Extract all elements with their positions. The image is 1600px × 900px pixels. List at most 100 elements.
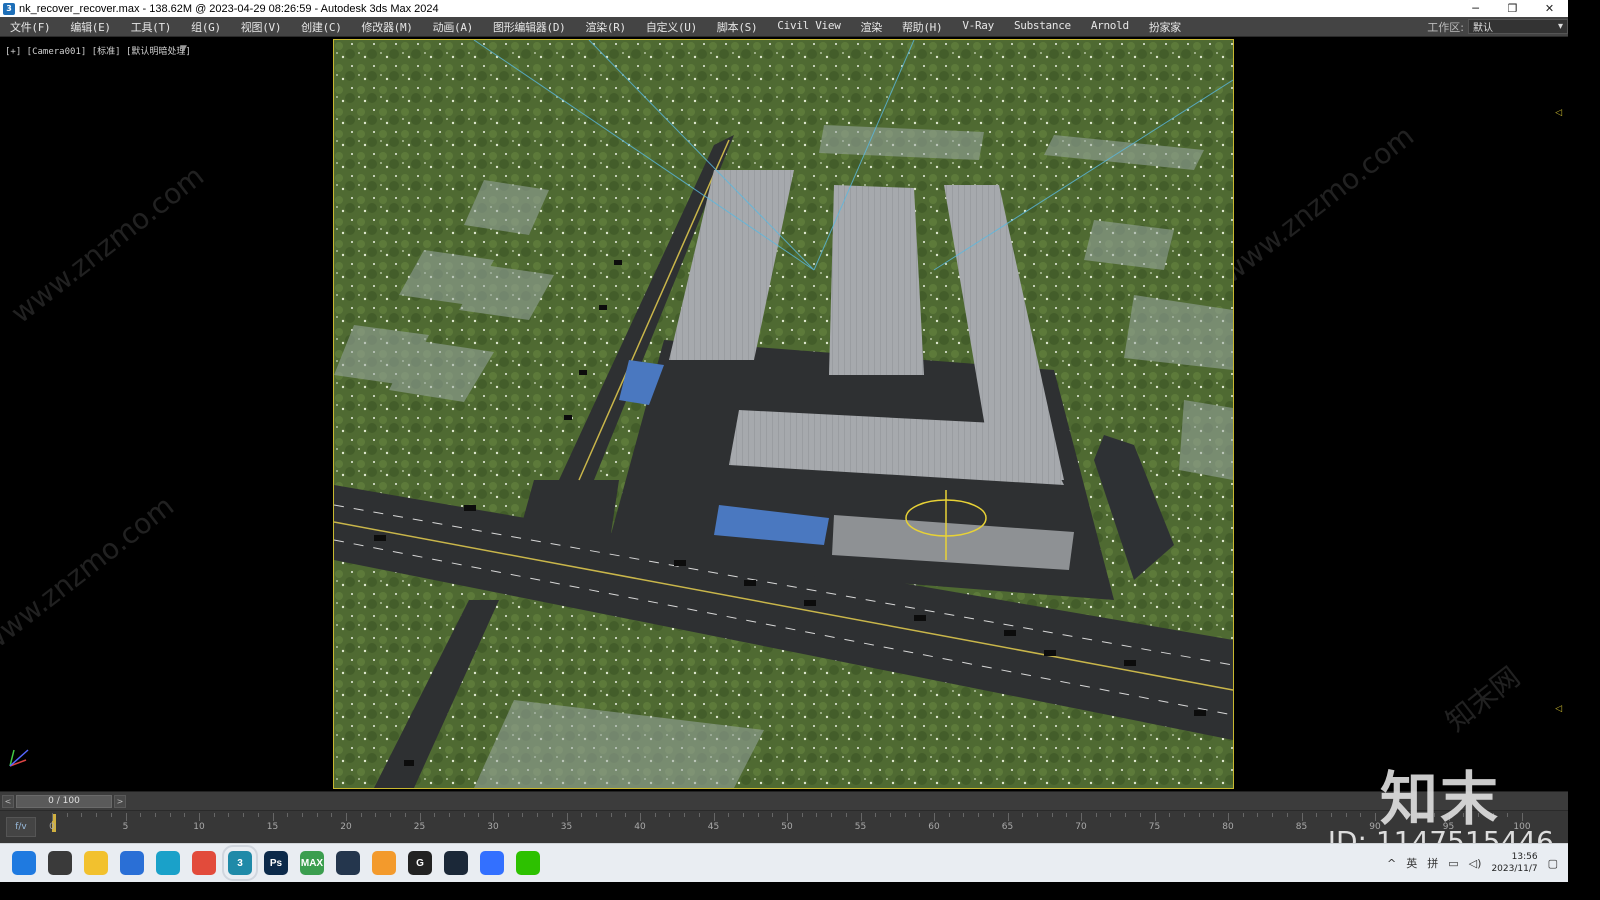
frame-tick-label: 55 <box>854 822 867 832</box>
time-slider-track[interactable] <box>128 795 1534 808</box>
frame-tick <box>375 813 377 817</box>
steam-like-icon[interactable] <box>336 851 360 875</box>
clock-time: 13:56 <box>1511 852 1538 862</box>
steam-icon[interactable] <box>444 851 468 875</box>
frame-tick-label: 50 <box>781 822 793 832</box>
frame-tick <box>625 813 627 817</box>
time-prev-button[interactable]: < <box>2 794 14 808</box>
menu-item[interactable]: 编辑(E) <box>60 19 120 35</box>
workspace-value: 默认 <box>1473 23 1493 34</box>
photoshop-icon[interactable]: Ps <box>264 851 288 875</box>
volume-icon[interactable]: ◁) <box>1469 857 1482 870</box>
frame-tick <box>875 813 877 817</box>
menu-item[interactable]: Arnold <box>1081 19 1139 35</box>
frame-tick <box>1022 813 1024 817</box>
frame-tick <box>1316 813 1318 817</box>
file-explorer-icon[interactable] <box>84 851 108 875</box>
frame-tick <box>669 813 671 817</box>
frame-tick <box>845 813 847 817</box>
frame-tick <box>1198 813 1200 817</box>
network-icon[interactable]: ▭ <box>1448 857 1458 870</box>
tray-chevron-icon[interactable]: ^ <box>1387 857 1396 870</box>
frame-tick <box>1095 813 1097 817</box>
frame-tick <box>448 813 450 817</box>
watermark-text: www.znzmo.com <box>1214 119 1421 290</box>
3dsmax-icon[interactable]: 3 <box>222 845 258 881</box>
menu-item[interactable]: 动画(A) <box>423 19 483 35</box>
frame-tick <box>199 813 200 821</box>
workspace-dropdown[interactable]: 默认 ▾ <box>1468 19 1568 34</box>
frame-tick <box>1213 813 1215 817</box>
close-button[interactable]: ✕ <box>1531 0 1568 17</box>
frame-tick <box>551 813 553 817</box>
menu-item[interactable]: 帮助(H) <box>892 19 952 35</box>
frame-tick <box>537 813 539 817</box>
frame-tick <box>140 813 142 817</box>
menu-item[interactable]: 创建(C) <box>291 19 351 35</box>
minimize-button[interactable]: ─ <box>1457 0 1494 17</box>
frame-tick <box>772 813 774 817</box>
menu-item[interactable]: 渲染 <box>851 19 892 35</box>
frame-tick <box>581 813 583 817</box>
frame-tick <box>1110 813 1112 817</box>
frame-tick <box>243 813 245 817</box>
frame-tick <box>610 813 612 817</box>
menu-item[interactable]: 组(G) <box>181 19 231 35</box>
maximize-button[interactable]: ❐ <box>1494 0 1531 17</box>
frame-tick <box>360 813 362 817</box>
menu-item[interactable]: 渲染(R) <box>575 19 635 35</box>
frame-tick <box>169 813 171 817</box>
menu-item[interactable]: Substance <box>1004 19 1081 35</box>
wechat-icon[interactable] <box>516 851 540 875</box>
frame-tick <box>963 813 965 817</box>
menu-item[interactable]: V-Ray <box>952 19 1004 35</box>
clock[interactable]: 13:56 2023/11/7 <box>1491 851 1537 875</box>
viewport-label[interactable]: [+] [Camera001] [标准] [默认明暗处理] <box>5 44 191 57</box>
menu-item[interactable]: 工具(T) <box>121 19 181 35</box>
time-slider-thumb[interactable]: 0 / 100 <box>16 794 112 808</box>
safe-frame <box>333 39 1234 789</box>
feishu-icon[interactable] <box>480 851 504 875</box>
frame-tick <box>522 813 524 817</box>
frame-tick <box>654 813 656 817</box>
frame-tick <box>978 813 980 817</box>
task-view-icon[interactable] <box>48 851 72 875</box>
menu-item[interactable]: 自定义(U) <box>636 19 707 35</box>
chrome-icon[interactable] <box>192 851 216 875</box>
time-next-button[interactable]: > <box>114 794 126 808</box>
menu-item[interactable]: 扮家家 <box>1139 19 1191 35</box>
menu-item[interactable]: 图形编辑器(D) <box>483 19 575 35</box>
frame-tick-label: 35 <box>560 822 573 832</box>
brand-watermark: 知末 <box>1379 765 1500 833</box>
menu-item[interactable]: 脚本(S) <box>707 19 767 35</box>
notification-icon[interactable]: ▢ <box>1548 857 1558 870</box>
ime-mode[interactable]: 拼 <box>1427 855 1438 871</box>
time-slider[interactable]: < 0 / 100 > <box>0 791 1568 810</box>
max-plugin-icon[interactable]: MAX <box>300 851 324 875</box>
frame-tick <box>1228 813 1229 821</box>
frame-ruler[interactable]: 0 5 10 15 20 25 30 35 40 45 50 55 60 65 70 75 80 85 90 95 10… <box>49 811 1531 844</box>
menu-item[interactable]: Civil View <box>767 19 850 35</box>
camera-viewport[interactable]: [+] [Camera001] [标准] [默认明暗处理] ▼ www.znzm… <box>0 38 1568 790</box>
frame-tick <box>1125 813 1127 817</box>
curve-editor-icon[interactable]: f/v <box>6 817 36 837</box>
menu-item[interactable]: 视图(V) <box>231 19 291 35</box>
frame-tick <box>463 813 465 817</box>
frame-tick <box>346 813 347 821</box>
3dsmax-app-icon[interactable]: 3 <box>3 2 15 15</box>
app-g-icon[interactable]: G <box>408 851 432 875</box>
edge-icon[interactable] <box>156 851 180 875</box>
windows-taskbar: 3 Ps MAX G ^ 英 拼 ▭ ◁) 13:56 2023/11/7 ▢ <box>0 843 1568 882</box>
frame-tick <box>1242 813 1244 817</box>
frame-tick-label: 0 <box>49 822 55 832</box>
menu-bar: 文件(F) 编辑(E) 工具(T) 组(G) 视图(V) 创建(C) 修改器(M) 动画(A)… <box>0 17 1568 37</box>
frame-tick <box>831 813 833 817</box>
menu-item[interactable]: 文件(F) <box>0 19 60 35</box>
paint-icon[interactable] <box>372 851 396 875</box>
store-icon[interactable] <box>120 851 144 875</box>
menu-item[interactable]: 修改器(M) <box>352 19 423 35</box>
filter-icon[interactable]: ▼ <box>180 44 187 54</box>
frame-tick <box>992 813 994 817</box>
ime-language[interactable]: 英 <box>1406 855 1417 871</box>
start-icon[interactable] <box>12 851 36 875</box>
